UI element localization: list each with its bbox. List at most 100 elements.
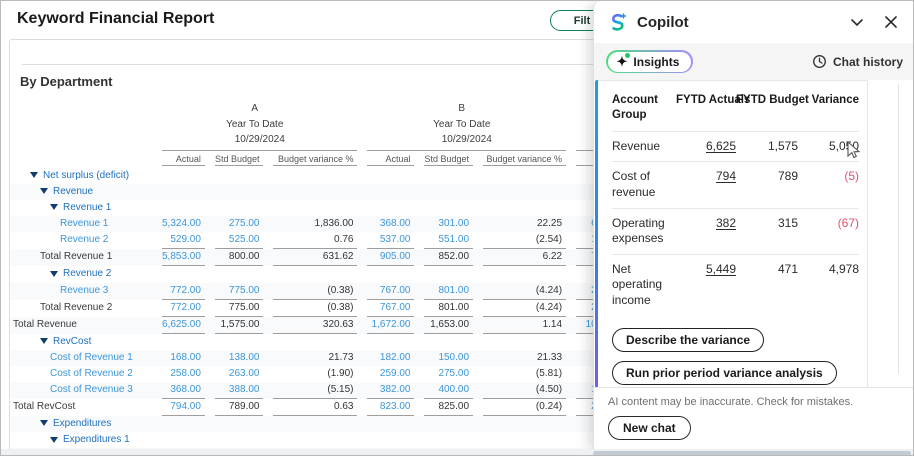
value-link[interactable]: 775.00 [215,283,264,300]
value-cell [162,432,205,448]
row-label[interactable]: Cost of Revenue 2 [50,368,133,379]
horizontal-scrollbar[interactable] [1,449,914,456]
column-group-name: A [152,100,357,116]
row-label[interactable]: Cost of Revenue 3 [50,384,133,395]
row-label[interactable]: Revenue 3 [60,285,108,296]
value-link[interactable]: 263.00 [215,366,264,382]
value-cell: 1,836.00 [273,216,357,232]
value-link[interactable]: 368.00 [367,216,414,232]
copilot-panel: Copilot ✦ Insights [593,1,914,449]
value-link[interactable]: 275.00 [424,366,473,382]
value-cell [215,432,264,448]
row-label[interactable]: Revenue 1 [63,202,111,213]
variance-cell: (5) [798,162,859,208]
chevron-down-icon[interactable] [847,12,867,32]
value-link[interactable]: 794.00 [162,399,205,416]
row-label[interactable]: Revenue 2 [60,234,108,245]
value-cell: 0.63 [273,399,357,416]
insights-button[interactable]: ✦ Insights [606,50,693,73]
page-title: Keyword Financial Report [17,10,214,28]
value-link[interactable]: 1,672.00 [367,317,414,334]
value-link[interactable]: 905.00 [367,249,414,266]
value-link[interactable]: 525.00 [215,232,264,249]
row-label: Total Revenue 1 [40,251,112,262]
value-cell: 631.62 [273,249,357,266]
copilot-table-row: Operating expenses382315(67) [612,208,859,254]
column-group-period: Year To Date [152,116,357,132]
value-link[interactable]: 6,625.00 [162,317,205,334]
value-link[interactable]: 767.00 [367,300,414,317]
new-chat-button[interactable]: New chat [608,416,691,440]
value-link[interactable]: 388.00 [215,382,264,399]
row-label[interactable]: Revenue [53,186,93,197]
collapse-triangle-icon[interactable] [40,338,48,344]
value-cell [215,266,264,282]
value-link[interactable]: 772.00 [162,283,205,300]
collapse-triangle-icon[interactable] [30,172,38,178]
chat-history-button[interactable]: Chat history [812,54,903,69]
value-cell [273,168,357,184]
value-link[interactable]: 529.00 [162,232,205,249]
value-link[interactable]: 168.00 [162,350,205,366]
scrollbar-thumb[interactable] [593,451,911,456]
vertical-scrollbar[interactable] [898,84,899,374]
collapse-triangle-icon[interactable] [50,437,58,443]
value-link[interactable]: 801.00 [424,283,473,300]
row-label[interactable]: Expenditures 1 [63,434,130,445]
account-group-label: Cost of revenue [612,162,676,208]
row-label[interactable]: RevCost [53,336,91,347]
insights-button-inner[interactable]: ✦ Insights [608,52,692,72]
column-header: Std Budget [414,151,473,167]
fytd-actuals-link[interactable]: 794 [716,169,736,183]
copilot-logo-icon [608,12,628,32]
value-link[interactable]: 5,324.00 [162,216,205,232]
value-link[interactable]: 767.00 [367,283,414,300]
close-icon[interactable] [881,12,901,32]
collapse-triangle-icon[interactable] [50,271,58,277]
value-link[interactable]: 259.00 [367,366,414,382]
value-link[interactable]: 368.00 [162,382,205,399]
value-link[interactable]: 823.00 [367,399,414,416]
value-link[interactable]: 301.00 [424,216,473,232]
fytd-actuals-cell: 5,449 [676,254,736,315]
fytd-actuals-cell: 382 [676,208,736,254]
value-link[interactable]: 382.00 [367,382,414,399]
copilot-column-header: FYTD Actuals [676,87,736,131]
value-cell: (1.90) [273,366,357,382]
row-label[interactable]: Net surplus (deficit) [43,170,129,181]
column-group-date: 10/29/2024 [152,132,357,151]
value-cell [162,334,205,350]
suggestion-button[interactable]: Run prior period variance analysis [612,361,837,385]
value-link[interactable]: 772.00 [162,300,205,317]
value-link[interactable]: 551.00 [424,232,473,249]
collapse-triangle-icon[interactable] [40,420,48,426]
value-link[interactable]: 5,853.00 [162,249,205,266]
fytd-actuals-cell: 794 [676,162,736,208]
suggestion-button[interactable]: Describe the variance [612,328,764,352]
value-link[interactable]: 400.00 [424,382,473,399]
row-label[interactable]: Revenue 2 [63,268,111,279]
value-link[interactable]: 138.00 [215,350,264,366]
value-cell: 21.73 [273,350,357,366]
fytd-actuals-link[interactable]: 382 [716,216,736,230]
row-label[interactable]: Cost of Revenue 1 [50,352,133,363]
section-title: By Department [20,74,112,89]
row-label[interactable]: Expenditures [53,418,111,429]
value-cell [424,184,473,200]
insights-label: Insights [633,55,679,69]
value-cell [215,184,264,200]
fytd-actuals-link[interactable]: 5,449 [706,262,736,276]
value-link[interactable]: 150.00 [424,350,473,366]
value-link[interactable]: 275.00 [215,216,264,232]
row-label[interactable]: Revenue 1 [60,218,108,229]
value-cell [424,200,473,216]
value-cell: 801.00 [424,300,473,317]
value-cell [483,184,566,200]
collapse-triangle-icon[interactable] [50,204,58,210]
value-link[interactable]: 537.00 [367,232,414,249]
value-link[interactable]: 182.00 [367,350,414,366]
fytd-actuals-link[interactable]: 6,625 [706,139,736,153]
value-link[interactable]: 258.00 [162,366,205,382]
value-cell [162,184,205,200]
collapse-triangle-icon[interactable] [40,188,48,194]
